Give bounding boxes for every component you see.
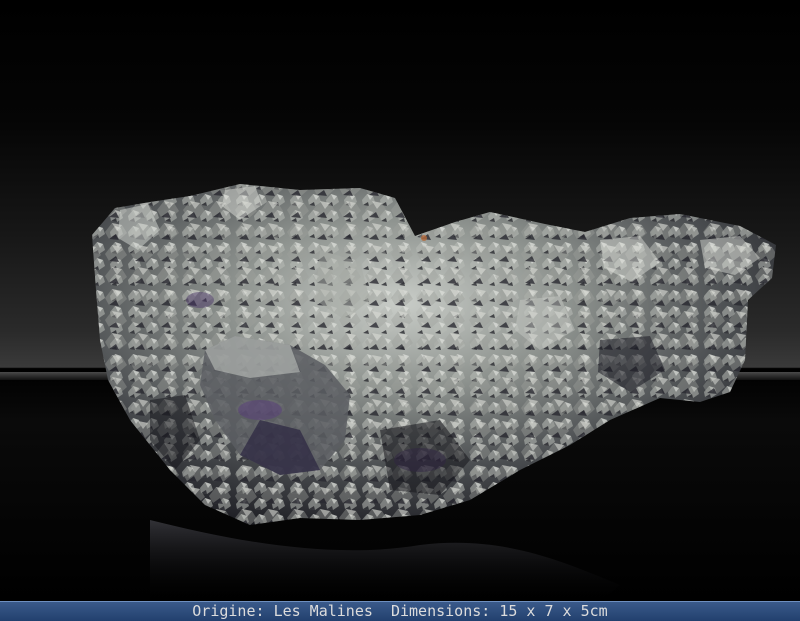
mineral-specimen-photo bbox=[92, 184, 776, 602]
specimen-reflection bbox=[150, 520, 620, 602]
dimensions-label: Dimensions: bbox=[390, 602, 491, 620]
origin-label: Origine: bbox=[192, 602, 265, 620]
origin-value: Les Malines bbox=[273, 602, 373, 620]
specimen-body bbox=[92, 184, 776, 525]
dimensions-value: 15 x 7 x 5cm bbox=[499, 602, 608, 620]
caption-bar: Origine: Les Malines Dimensions: 15 x 7 … bbox=[0, 601, 800, 621]
photo-backdrop bbox=[0, 0, 800, 602]
